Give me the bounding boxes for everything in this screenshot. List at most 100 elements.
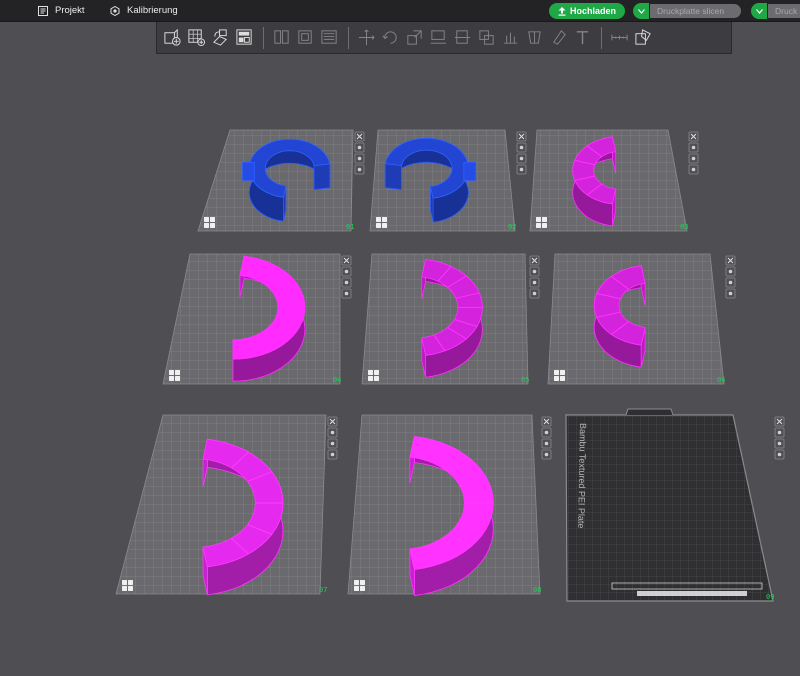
scale-icon <box>407 30 422 45</box>
print-plate-button[interactable]: Druck <box>768 4 800 18</box>
grid-cell <box>376 217 381 222</box>
upload-label: Hochladen <box>569 6 616 16</box>
add-plate-icon <box>188 29 206 47</box>
grid-cell <box>374 376 379 381</box>
icon-glyph <box>330 452 335 457</box>
arrange-tool[interactable] <box>233 26 256 49</box>
project-label: Projekt <box>55 5 85 16</box>
plate-viewport[interactable]: 01 02 03 04 05 06 07 08 Bambu Textured PEI Plate… <box>0 54 800 676</box>
icon-glyph <box>357 156 362 161</box>
toolbar-separator <box>263 26 264 49</box>
rotate-tool[interactable] <box>379 26 402 49</box>
grid-cell <box>204 223 209 228</box>
split-parts-tool[interactable] <box>294 26 317 49</box>
icon-glyph <box>691 156 696 161</box>
object-toolbar <box>156 22 732 54</box>
measure-tool[interactable] <box>608 26 631 49</box>
top-bar: Projekt Kalibrierung Hochladen Druckplat… <box>0 0 800 22</box>
icon-glyph <box>777 430 782 435</box>
icon-glyph <box>519 167 524 172</box>
object-tab <box>242 161 255 181</box>
grid-cell <box>382 217 387 222</box>
plate-06[interactable]: 06 <box>547 253 736 385</box>
upload-icon <box>558 6 566 16</box>
plate-number: 09 <box>766 593 774 601</box>
split-objects-tool[interactable] <box>270 26 293 49</box>
variable-layer-icon <box>321 30 337 44</box>
toolbar-separator <box>348 26 349 49</box>
scale-tool[interactable] <box>403 26 426 49</box>
grid-cell <box>536 217 541 222</box>
icon-glyph <box>519 145 524 150</box>
plate-number: 08 <box>533 586 541 594</box>
print-dropdown-toggle[interactable] <box>751 3 767 19</box>
move-tool[interactable] <box>355 26 378 49</box>
icon-glyph <box>357 145 362 150</box>
plate-number: 06 <box>717 376 725 384</box>
grid-cell <box>360 586 365 591</box>
rotate-icon <box>382 31 397 44</box>
upload-button[interactable]: Hochladen <box>549 3 625 19</box>
plate-08[interactable]: 08 <box>347 414 552 596</box>
icon-glyph <box>728 291 733 296</box>
plate-01[interactable]: 01 <box>197 129 365 232</box>
icon-glyph <box>544 441 549 446</box>
arrange-icon <box>236 29 252 45</box>
plate-barcode <box>637 591 747 596</box>
support-paint-tool[interactable] <box>499 26 522 49</box>
text-tool[interactable] <box>571 26 594 49</box>
slice-dropdown-toggle[interactable] <box>633 3 649 19</box>
auto-orient-tool[interactable] <box>209 26 232 49</box>
plate-number: 07 <box>319 586 327 594</box>
calibration-menu[interactable]: Kalibrierung <box>110 5 178 16</box>
slice-plate-button[interactable]: Druckplatte slicen <box>650 4 741 18</box>
icon-glyph <box>777 452 782 457</box>
grid-cell <box>560 376 565 381</box>
plate-02[interactable]: 02 <box>369 129 527 232</box>
assembly-tool[interactable] <box>632 26 655 49</box>
color-paint-tool[interactable] <box>547 26 570 49</box>
mesh-boolean-icon <box>479 30 494 45</box>
cut-tool[interactable] <box>451 26 474 49</box>
plate-handle <box>625 408 674 416</box>
grid-cell <box>542 217 547 222</box>
icon-glyph <box>544 430 549 435</box>
plate-number: 01 <box>346 223 354 231</box>
project-menu[interactable]: Projekt <box>38 5 85 16</box>
grid-cell <box>382 223 387 228</box>
icon-glyph <box>728 269 733 274</box>
seam-paint-tool[interactable] <box>523 26 546 49</box>
plate-number: 04 <box>333 376 341 384</box>
measure-icon <box>611 34 628 41</box>
cut-icon <box>454 30 471 44</box>
grid-cell <box>122 580 127 585</box>
grid-cell <box>175 370 180 375</box>
toolbar-separator <box>601 26 602 49</box>
grid-cell <box>169 376 174 381</box>
plate-07[interactable]: 07 <box>115 414 338 596</box>
icon-glyph <box>691 145 696 150</box>
plate-03[interactable]: 03 <box>529 129 699 232</box>
object-end-cap <box>384 163 402 190</box>
add-object-tool[interactable] <box>161 26 184 49</box>
grid-cell <box>368 376 373 381</box>
plate-09[interactable]: Bambu Textured PEI Plate 09 <box>565 408 785 602</box>
icon-glyph <box>691 167 696 172</box>
add-plate-tool[interactable] <box>185 26 208 49</box>
variable-layer-tool[interactable] <box>318 26 341 49</box>
text-icon <box>576 31 589 45</box>
grid-cell <box>542 223 547 228</box>
split-objects-icon <box>274 30 289 44</box>
plate-05[interactable]: 05 <box>361 253 540 385</box>
grid-cell <box>376 223 381 228</box>
grid-cell <box>354 586 359 591</box>
plate-04[interactable]: 04 <box>162 253 352 385</box>
mesh-boolean-tool[interactable] <box>475 26 498 49</box>
plate-number: 03 <box>680 223 688 231</box>
lay-on-face-tool[interactable] <box>427 26 450 49</box>
grid-cell <box>354 580 359 585</box>
grid-cell <box>554 370 559 375</box>
plate-number: 05 <box>521 376 529 384</box>
grid-cell <box>122 586 127 591</box>
object-tab <box>463 161 477 181</box>
